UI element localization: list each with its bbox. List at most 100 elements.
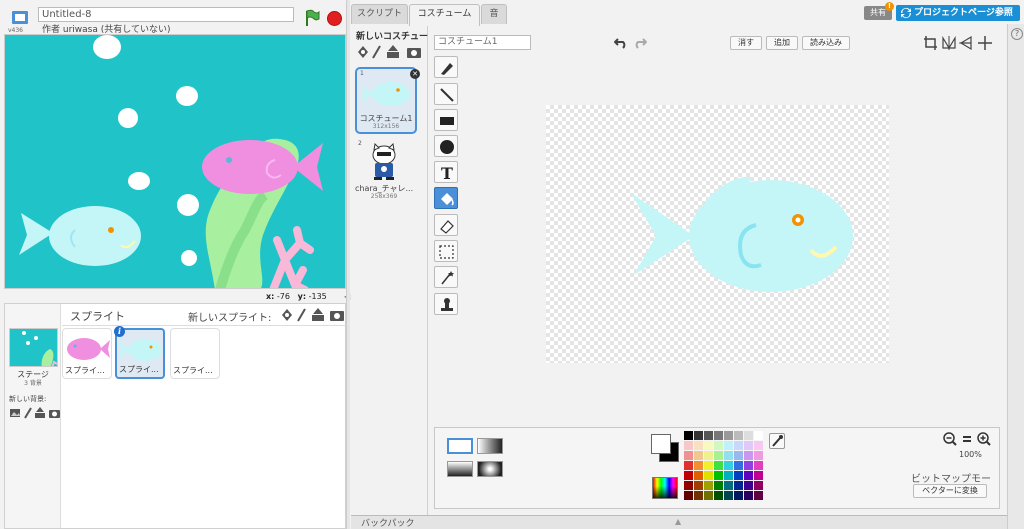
- stage-size-icon[interactable]: [10, 8, 30, 28]
- add-button[interactable]: 追加: [766, 36, 798, 50]
- eraser-tool[interactable]: [434, 214, 458, 236]
- paint-brush-icon[interactable]: [24, 407, 32, 419]
- stage-canvas[interactable]: [4, 34, 346, 289]
- palette-swatch[interactable]: [704, 461, 713, 470]
- palette-swatch[interactable]: [704, 431, 713, 440]
- palette-swatch[interactable]: [714, 491, 723, 500]
- costume-library-icon[interactable]: [358, 46, 368, 58]
- green-flag-icon[interactable]: [304, 9, 320, 27]
- palette-swatch[interactable]: [754, 471, 763, 480]
- palette-swatch[interactable]: [684, 461, 693, 470]
- palette-swatch[interactable]: [734, 471, 743, 480]
- palette-swatch[interactable]: [684, 441, 693, 450]
- color-palette[interactable]: [684, 431, 774, 503]
- project-title-input[interactable]: Untitled-8: [38, 7, 294, 22]
- ellipse-tool[interactable]: [434, 135, 458, 157]
- fill-radial-gradient-option[interactable]: [477, 461, 503, 477]
- tab-costumes[interactable]: コスチューム: [409, 4, 480, 26]
- palette-swatch[interactable]: [744, 451, 753, 460]
- palette-swatch[interactable]: [714, 461, 723, 470]
- palette-swatch[interactable]: [694, 481, 703, 490]
- pane-divider[interactable]: [346, 0, 350, 529]
- palette-swatch[interactable]: [754, 451, 763, 460]
- sprite-thumbnail-empty[interactable]: スプライ...: [170, 328, 220, 379]
- costume-name-input[interactable]: コスチューム1: [434, 35, 531, 50]
- camera-icon[interactable]: [49, 410, 60, 418]
- project-page-button[interactable]: プロジェクトページ参照: [896, 5, 1020, 21]
- palette-swatch[interactable]: [704, 441, 713, 450]
- costume-item-2[interactable]: 2 chara_チャレ... 258x369: [355, 139, 417, 206]
- sprite-library-icon[interactable]: [282, 309, 292, 321]
- palette-swatch[interactable]: [714, 471, 723, 480]
- paint-canvas[interactable]: [546, 105, 889, 363]
- palette-swatch[interactable]: [724, 491, 733, 500]
- palette-swatch[interactable]: [734, 481, 743, 490]
- palette-swatch[interactable]: [744, 431, 753, 440]
- palette-swatch[interactable]: [684, 491, 693, 500]
- palette-swatch[interactable]: [714, 451, 723, 460]
- fill-horizontal-gradient-option[interactable]: [477, 438, 503, 454]
- palette-swatch[interactable]: [734, 441, 743, 450]
- fill-vertical-gradient-option[interactable]: [447, 461, 473, 477]
- palette-swatch[interactable]: [744, 481, 753, 490]
- palette-swatch[interactable]: [694, 451, 703, 460]
- palette-swatch[interactable]: [734, 461, 743, 470]
- palette-swatch[interactable]: [694, 471, 703, 480]
- crop-icon[interactable]: [924, 36, 937, 50]
- text-tool[interactable]: T: [434, 161, 458, 183]
- palette-swatch[interactable]: [744, 471, 753, 480]
- stage-thumbnail[interactable]: [9, 328, 58, 367]
- stop-button[interactable]: [327, 11, 342, 26]
- palette-swatch[interactable]: [704, 471, 713, 480]
- clear-button[interactable]: 消す: [730, 36, 762, 50]
- sprite-thumbnail-pink-fish[interactable]: スプライ...: [62, 328, 112, 379]
- line-tool[interactable]: [434, 83, 458, 105]
- palette-swatch[interactable]: [704, 481, 713, 490]
- upload-costume-icon[interactable]: [387, 45, 399, 58]
- palette-swatch[interactable]: [684, 471, 693, 480]
- palette-swatch[interactable]: [724, 481, 733, 490]
- rectangle-tool[interactable]: [434, 109, 458, 131]
- palette-swatch[interactable]: [724, 471, 733, 480]
- sprite-thumbnail-cyan-fish[interactable]: i スプライ...: [114, 326, 165, 379]
- zoom-out-icon[interactable]: [943, 432, 957, 446]
- palette-swatch[interactable]: [754, 491, 763, 500]
- backpack-bar[interactable]: バックパック ▲: [351, 515, 1007, 529]
- palette-swatch[interactable]: [724, 451, 733, 460]
- select-tool[interactable]: [434, 240, 458, 262]
- fill-tool[interactable]: [434, 187, 458, 209]
- palette-swatch[interactable]: [754, 461, 763, 470]
- palette-swatch[interactable]: [734, 451, 743, 460]
- zoom-in-icon[interactable]: [977, 432, 991, 446]
- expand-arrow-icon[interactable]: ▲: [675, 517, 681, 526]
- palette-swatch[interactable]: [754, 431, 763, 440]
- palette-swatch[interactable]: [724, 461, 733, 470]
- palette-swatch[interactable]: [684, 431, 693, 440]
- delete-costume-icon[interactable]: ✕: [410, 69, 420, 79]
- primary-secondary-colors[interactable]: [651, 434, 681, 464]
- upload-icon[interactable]: [35, 407, 45, 418]
- palette-swatch[interactable]: [744, 461, 753, 470]
- library-icon[interactable]: [10, 409, 20, 417]
- color-spectrum-picker[interactable]: [652, 477, 678, 499]
- palette-swatch[interactable]: [744, 441, 753, 450]
- palette-swatch[interactable]: [694, 461, 703, 470]
- import-button[interactable]: 読み込み: [802, 36, 850, 50]
- palette-swatch[interactable]: [704, 491, 713, 500]
- palette-swatch[interactable]: [684, 451, 693, 460]
- palette-swatch[interactable]: [724, 441, 733, 450]
- camera-costume-icon[interactable]: [407, 48, 421, 58]
- palette-swatch[interactable]: [704, 451, 713, 460]
- zoom-reset-icon[interactable]: [963, 436, 971, 442]
- undo-icon[interactable]: [613, 35, 628, 49]
- palette-swatch[interactable]: [714, 431, 723, 440]
- set-center-icon[interactable]: [978, 36, 992, 50]
- costume-item-1[interactable]: 1 コスチューム1 312x156: [355, 67, 417, 134]
- paint-new-sprite-icon[interactable]: [297, 308, 306, 322]
- palette-swatch[interactable]: [694, 491, 703, 500]
- palette-swatch[interactable]: [714, 481, 723, 490]
- palette-swatch[interactable]: [754, 481, 763, 490]
- tab-scripts[interactable]: スクリプト: [351, 4, 408, 24]
- palette-swatch[interactable]: [754, 441, 763, 450]
- palette-swatch[interactable]: [734, 491, 743, 500]
